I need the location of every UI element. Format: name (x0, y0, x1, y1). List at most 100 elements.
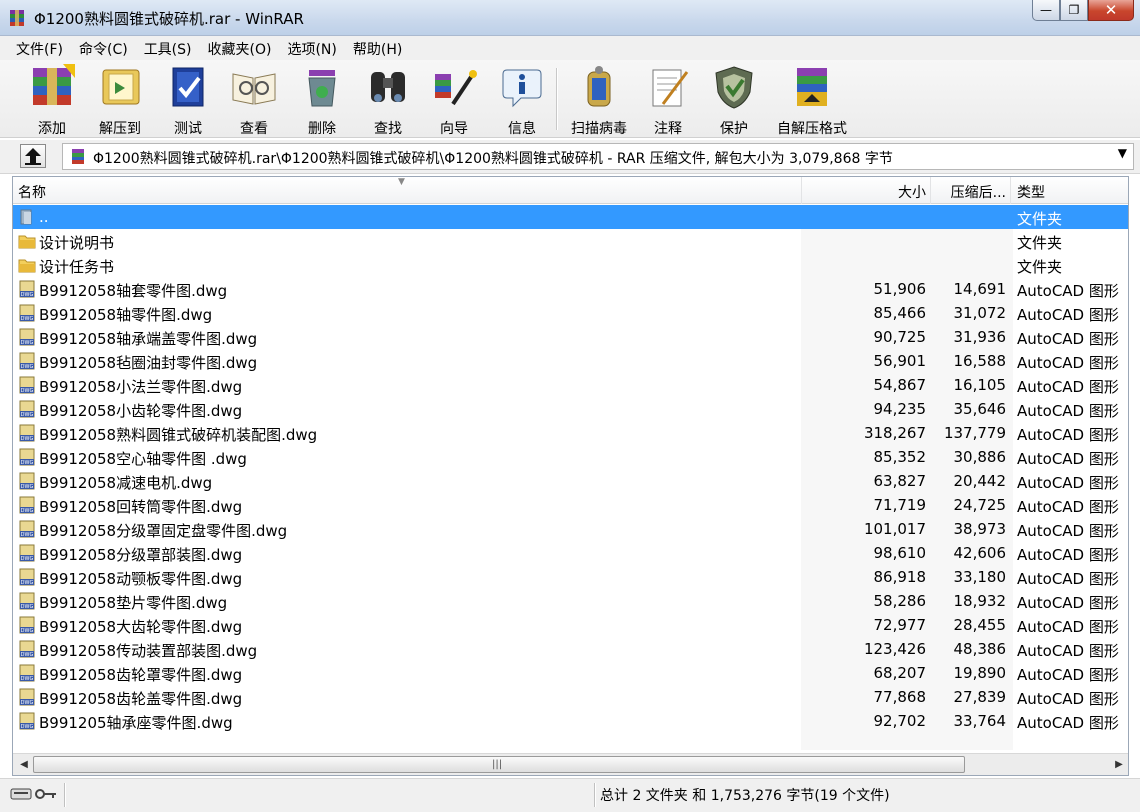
file-name: B9912058齿轮罩零件图.dwg (39, 666, 243, 684)
horizontal-scrollbar[interactable]: ◀ ||| ▶ (13, 753, 1128, 775)
scroll-left-icon[interactable]: ◀ (15, 756, 33, 773)
delete-trash-icon (308, 70, 336, 107)
file-size: 71,719 (873, 496, 927, 514)
test-label: 测试 (174, 121, 202, 137)
table-row[interactable]: 设计说明书 文件夹 (13, 229, 1128, 253)
file-name: 设计任务书 (39, 258, 115, 276)
menu-commands[interactable]: 命令(C) (71, 36, 136, 60)
scan-virus-button[interactable]: 扫描病毒 (566, 64, 632, 137)
menu-help[interactable]: 帮助(H) (345, 36, 410, 60)
sort-arrow-icon: ▼ (398, 177, 405, 187)
status-separator (594, 783, 596, 807)
table-row[interactable]: DWG B9912058传动装置部装图.dwg 123,426 48,386 AutoC… (13, 637, 1128, 661)
file-type: AutoCAD 图形 (1017, 690, 1119, 708)
comment-note-icon (652, 69, 689, 107)
table-row[interactable]: DWG B9912058减速电机.dwg 63,827 20,442 AutoCAD 图… (13, 469, 1128, 493)
maximize-button[interactable]: ❐ (1060, 0, 1088, 21)
file-packed-size: 19,890 (953, 664, 1007, 682)
window-controls: — ❐ ✕ (1032, 0, 1134, 22)
file-packed-size: 30,886 (953, 448, 1007, 466)
file-type: AutoCAD 图形 (1017, 714, 1119, 732)
find-binoculars-icon (371, 72, 405, 102)
test-check-icon (172, 67, 204, 107)
svg-text:DWG: DWG (21, 604, 34, 610)
table-row[interactable]: DWG B9912058毡圈油封零件图.dwg 56,901 16,588 AutoCA… (13, 349, 1128, 373)
table-row[interactable]: .. 文件夹 (13, 205, 1128, 229)
table-row[interactable]: DWG B9912058回转筒零件图.dwg 71,719 24,725 AutoCAD… (13, 493, 1128, 517)
menu-tools[interactable]: 工具(S) (136, 36, 200, 60)
menu-file[interactable]: 文件(F) (8, 36, 71, 60)
sfx-button[interactable]: 自解压格式 (772, 64, 852, 137)
info-button[interactable]: 信息 (490, 64, 554, 137)
svg-text:DWG: DWG (21, 508, 34, 514)
virus-scan-icon (587, 66, 611, 107)
file-name: .. (39, 208, 49, 226)
path-field[interactable]: Φ1200熟料圆锥式破碎机.rar\Φ1200熟料圆锥式破碎机\Φ1200熟料圆… (62, 143, 1134, 170)
file-packed-size: 38,973 (953, 520, 1007, 538)
file-packed-size: 16,588 (953, 352, 1007, 370)
column-packed[interactable]: 压缩后... (931, 177, 1011, 204)
view-book-icon (232, 73, 276, 105)
file-packed-size: 24,725 (953, 496, 1007, 514)
table-row[interactable]: 设计任务书 文件夹 (13, 253, 1128, 277)
extract-to-label: 解压到 (99, 121, 141, 137)
svg-text:DWG: DWG (21, 628, 34, 634)
add-button[interactable]: 添加 (20, 64, 84, 137)
table-row[interactable]: DWG B9912058轴承端盖零件图.dwg 90,725 31,936 AutoCA… (13, 325, 1128, 349)
table-row[interactable]: DWG B991205轴承座零件图.dwg 92,702 33,764 AutoCAD … (13, 709, 1128, 733)
file-name: B9912058小法兰零件图.dwg (39, 378, 243, 396)
file-size: 85,466 (873, 304, 927, 322)
find-button[interactable]: 查找 (356, 64, 420, 137)
folder-icon (18, 259, 36, 273)
column-type[interactable]: 类型 (1011, 177, 1128, 204)
delete-button[interactable]: 删除 (290, 64, 354, 137)
table-row[interactable]: DWG B9912058齿轮罩零件图.dwg 68,207 19,890 AutoCAD… (13, 661, 1128, 685)
file-name: B9912058轴套零件图.dwg (39, 282, 228, 300)
file-type: AutoCAD 图形 (1017, 474, 1119, 492)
table-row[interactable]: DWG B9912058齿轮盖零件图.dwg 77,868 27,839 AutoCAD… (13, 685, 1128, 709)
wizard-button[interactable]: 向导 (422, 64, 486, 137)
test-button[interactable]: 测试 (156, 64, 220, 137)
file-packed-size: 48,386 (953, 640, 1007, 658)
extract-to-button[interactable]: 解压到 (88, 64, 152, 137)
dwg-file-icon: DWG (19, 472, 35, 490)
close-button[interactable]: ✕ (1088, 0, 1134, 21)
table-row[interactable]: DWG B9912058大齿轮零件图.dwg 72,977 28,455 AutoCAD… (13, 613, 1128, 637)
file-name: B9912058轴零件图.dwg (39, 306, 213, 324)
protect-button[interactable]: 保护 (706, 64, 762, 137)
table-row[interactable]: DWG B9912058分级罩部装图.dwg 98,610 42,606 AutoCAD… (13, 541, 1128, 565)
file-name: B9912058减速电机.dwg (39, 474, 213, 492)
dwg-file-icon: DWG (19, 544, 35, 562)
table-row[interactable]: DWG B9912058空心轴零件图 .dwg 85,352 30,886 AutoCA… (13, 445, 1128, 469)
scroll-thumb[interactable]: ||| (33, 756, 965, 773)
file-packed-size: 42,606 (953, 544, 1007, 562)
table-row[interactable]: DWG B9912058小齿轮零件图.dwg 94,235 35,646 AutoCAD… (13, 397, 1128, 421)
find-label: 查找 (374, 121, 402, 137)
table-row[interactable]: DWG B9912058垫片零件图.dwg 58,286 18,932 AutoCAD … (13, 589, 1128, 613)
menu-options[interactable]: 选项(N) (279, 36, 344, 60)
up-one-level-button[interactable] (20, 144, 46, 168)
view-button[interactable]: 查看 (222, 64, 286, 137)
file-packed-size: 35,646 (953, 400, 1007, 418)
folder-icon (18, 235, 36, 249)
table-row[interactable]: DWG B9912058动颚板零件图.dwg 86,918 33,180 AutoCAD… (13, 565, 1128, 589)
table-row[interactable]: DWG B9912058分级罩固定盘零件图.dwg 101,017 38,973 Aut… (13, 517, 1128, 541)
table-row[interactable]: DWG B9912058轴零件图.dwg 85,466 31,072 AutoCAD 图… (13, 301, 1128, 325)
table-row[interactable]: DWG B9912058熟料圆锥式破碎机装配图.dwg 318,267 137,779… (13, 421, 1128, 445)
menu-favorites[interactable]: 收藏夹(O) (200, 36, 280, 60)
file-type: AutoCAD 图形 (1017, 306, 1119, 324)
winrar-app-icon[interactable] (8, 9, 26, 27)
comment-button[interactable]: 注释 (640, 64, 696, 137)
file-size: 72,977 (873, 616, 927, 634)
column-size[interactable]: 大小 (802, 177, 931, 204)
dwg-file-icon: DWG (19, 280, 35, 298)
table-row[interactable]: DWG B9912058轴套零件图.dwg 51,906 14,691 AutoCAD … (13, 277, 1128, 301)
file-size: 68,207 (873, 664, 927, 682)
table-row[interactable]: DWG B9912058小法兰零件图.dwg 54,867 16,105 AutoCAD… (13, 373, 1128, 397)
file-type: AutoCAD 图形 (1017, 282, 1119, 300)
path-dropdown-icon[interactable]: ▼ (1118, 146, 1127, 160)
svg-text:DWG: DWG (21, 364, 34, 370)
scroll-right-icon[interactable]: ▶ (1110, 756, 1128, 773)
minimize-button[interactable]: — (1032, 0, 1060, 21)
column-name[interactable]: 名称 (13, 177, 802, 204)
